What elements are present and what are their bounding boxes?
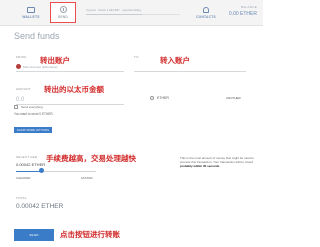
to-label: TO <box>134 55 139 59</box>
to-address-input[interactable] <box>134 71 246 72</box>
total-label: TOTAL <box>16 196 27 200</box>
fee-note: This is the most amount of money that mi… <box>180 156 256 168</box>
fee-slider-fill <box>16 171 42 172</box>
amount-label: AMOUNT <box>16 87 31 91</box>
send-summary-text: You want to send 0 ETHER. <box>14 112 54 116</box>
sync-text: 4 peers · block 1,234,567 · synchronizin… <box>86 8 141 12</box>
sync-status: 4 peers · block 1,234,567 · synchronizin… <box>86 8 180 15</box>
nav-contacts-button[interactable]: CONTACTS <box>190 2 222 23</box>
balance-label: BALANCE <box>240 5 257 9</box>
balance-value: 0.00 ETHER <box>228 11 257 17</box>
nav-send-button[interactable]: SEND <box>50 2 76 23</box>
fee-value: 0.00042 ETHER <box>16 162 46 167</box>
annotation-fee: 手续费越高，交易处理越快 <box>46 154 136 163</box>
sync-progress-fill <box>86 14 143 15</box>
nav-wallets-button[interactable]: WALLETS <box>14 2 48 23</box>
amount-input[interactable]: 0.0 <box>16 97 24 103</box>
nav-wallets-label: WALLETS <box>22 14 40 19</box>
contacts-icon <box>203 6 209 13</box>
fee-slider-track[interactable] <box>16 171 96 172</box>
fee-note-end: . <box>219 163 221 168</box>
annotation-amount: 转出的以太币金额 <box>44 85 104 94</box>
from-underline <box>16 71 124 72</box>
fee-cheaper-label: CHEAPER <box>16 176 31 180</box>
fee-slider-thumb[interactable] <box>39 168 45 173</box>
send-everything-option[interactable]: Send everything <box>14 105 43 109</box>
fee-faster-label: FASTER <box>81 176 93 180</box>
balance: BALANCE 0.00 ETHER <box>229 5 257 17</box>
nav-contacts-label: CONTACTS <box>196 14 216 19</box>
from-label: FROM <box>16 55 27 59</box>
wallet-icon <box>27 6 35 13</box>
page-title: Send funds <box>14 31 60 41</box>
top-navigation: WALLETS SEND 4 peers · block 1,234,567 ·… <box>0 0 263 26</box>
from-select[interactable]: Main Account (Etherbase) <box>23 65 58 69</box>
annotation-from-account: 转出账户 <box>40 56 70 65</box>
annotation-send: 点击按钮进行转账 <box>60 230 120 239</box>
nav-send-label: SEND <box>57 15 69 19</box>
unit-other-option[interactable]: ANOTHER <box>226 96 241 100</box>
show-more-options-button[interactable]: SHOW MORE OPTIONS <box>14 127 52 133</box>
annotation-to-account: 转入账户 <box>160 56 190 65</box>
total-value: 0.00042 ETHER <box>16 203 64 210</box>
fee-label: SELECT FEE <box>16 155 38 159</box>
send-everything-checkbox[interactable] <box>14 105 18 109</box>
send-transaction-button[interactable]: SEND <box>14 229 54 241</box>
unit-ether-radio[interactable] <box>150 96 154 100</box>
fee-note-time: probably within 30 seconds <box>180 163 220 168</box>
unit-ether-option[interactable]: ETHER <box>150 96 169 100</box>
sync-progress-bar <box>86 14 180 15</box>
send-everything-label: Send everything <box>21 105 43 109</box>
unit-ether-label: ETHER <box>157 96 169 100</box>
account-identicon <box>16 64 21 69</box>
send-icon <box>59 6 67 13</box>
